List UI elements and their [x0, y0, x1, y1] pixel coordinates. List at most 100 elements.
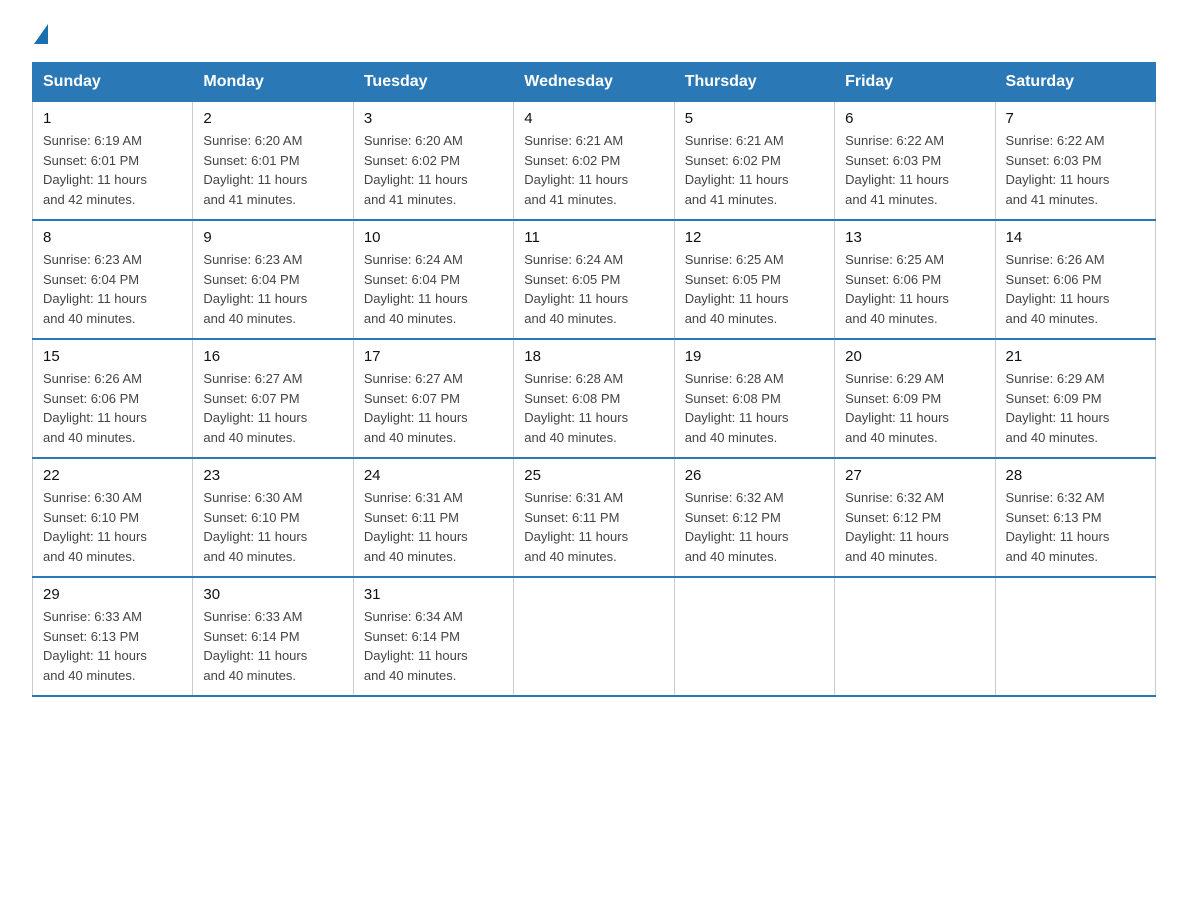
day-number: 4 — [524, 110, 663, 127]
calendar-week-row: 15 Sunrise: 6:26 AM Sunset: 6:06 PM Dayl… — [33, 339, 1156, 458]
calendar-cell: 5 Sunrise: 6:21 AM Sunset: 6:02 PM Dayli… — [674, 102, 834, 221]
day-number: 7 — [1006, 110, 1145, 127]
day-number: 6 — [845, 110, 984, 127]
calendar-cell: 18 Sunrise: 6:28 AM Sunset: 6:08 PM Dayl… — [514, 339, 674, 458]
calendar-cell: 9 Sunrise: 6:23 AM Sunset: 6:04 PM Dayli… — [193, 220, 353, 339]
weekday-header-sunday: Sunday — [33, 63, 193, 102]
day-number: 29 — [43, 586, 182, 603]
calendar-cell: 20 Sunrise: 6:29 AM Sunset: 6:09 PM Dayl… — [835, 339, 995, 458]
day-info: Sunrise: 6:24 AM Sunset: 6:04 PM Dayligh… — [364, 250, 503, 328]
calendar-cell: 16 Sunrise: 6:27 AM Sunset: 6:07 PM Dayl… — [193, 339, 353, 458]
calendar-cell — [835, 577, 995, 696]
calendar-cell: 15 Sunrise: 6:26 AM Sunset: 6:06 PM Dayl… — [33, 339, 193, 458]
logo — [32, 24, 50, 44]
day-info: Sunrise: 6:34 AM Sunset: 6:14 PM Dayligh… — [364, 607, 503, 685]
calendar-table: SundayMondayTuesdayWednesdayThursdayFrid… — [32, 62, 1156, 697]
calendar-cell: 13 Sunrise: 6:25 AM Sunset: 6:06 PM Dayl… — [835, 220, 995, 339]
day-info: Sunrise: 6:27 AM Sunset: 6:07 PM Dayligh… — [203, 369, 342, 447]
day-number: 8 — [43, 229, 182, 246]
calendar-cell: 27 Sunrise: 6:32 AM Sunset: 6:12 PM Dayl… — [835, 458, 995, 577]
calendar-week-row: 1 Sunrise: 6:19 AM Sunset: 6:01 PM Dayli… — [33, 102, 1156, 221]
day-info: Sunrise: 6:27 AM Sunset: 6:07 PM Dayligh… — [364, 369, 503, 447]
calendar-cell: 3 Sunrise: 6:20 AM Sunset: 6:02 PM Dayli… — [353, 102, 513, 221]
day-info: Sunrise: 6:32 AM Sunset: 6:12 PM Dayligh… — [845, 488, 984, 566]
calendar-cell: 21 Sunrise: 6:29 AM Sunset: 6:09 PM Dayl… — [995, 339, 1155, 458]
calendar-cell: 30 Sunrise: 6:33 AM Sunset: 6:14 PM Dayl… — [193, 577, 353, 696]
day-info: Sunrise: 6:29 AM Sunset: 6:09 PM Dayligh… — [845, 369, 984, 447]
day-number: 14 — [1006, 229, 1145, 246]
day-number: 12 — [685, 229, 824, 246]
day-number: 30 — [203, 586, 342, 603]
weekday-header-saturday: Saturday — [995, 63, 1155, 102]
calendar-cell: 4 Sunrise: 6:21 AM Sunset: 6:02 PM Dayli… — [514, 102, 674, 221]
day-number: 24 — [364, 467, 503, 484]
day-info: Sunrise: 6:26 AM Sunset: 6:06 PM Dayligh… — [1006, 250, 1145, 328]
calendar-cell: 23 Sunrise: 6:30 AM Sunset: 6:10 PM Dayl… — [193, 458, 353, 577]
day-number: 20 — [845, 348, 984, 365]
day-info: Sunrise: 6:23 AM Sunset: 6:04 PM Dayligh… — [203, 250, 342, 328]
calendar-cell — [995, 577, 1155, 696]
calendar-cell: 25 Sunrise: 6:31 AM Sunset: 6:11 PM Dayl… — [514, 458, 674, 577]
calendar-cell: 31 Sunrise: 6:34 AM Sunset: 6:14 PM Dayl… — [353, 577, 513, 696]
day-number: 3 — [364, 110, 503, 127]
calendar-cell: 8 Sunrise: 6:23 AM Sunset: 6:04 PM Dayli… — [33, 220, 193, 339]
day-info: Sunrise: 6:32 AM Sunset: 6:12 PM Dayligh… — [685, 488, 824, 566]
day-number: 13 — [845, 229, 984, 246]
day-number: 22 — [43, 467, 182, 484]
day-number: 31 — [364, 586, 503, 603]
day-info: Sunrise: 6:20 AM Sunset: 6:01 PM Dayligh… — [203, 131, 342, 209]
page-header — [32, 24, 1156, 44]
calendar-cell: 6 Sunrise: 6:22 AM Sunset: 6:03 PM Dayli… — [835, 102, 995, 221]
calendar-cell: 14 Sunrise: 6:26 AM Sunset: 6:06 PM Dayl… — [995, 220, 1155, 339]
day-info: Sunrise: 6:19 AM Sunset: 6:01 PM Dayligh… — [43, 131, 182, 209]
day-info: Sunrise: 6:30 AM Sunset: 6:10 PM Dayligh… — [43, 488, 182, 566]
day-info: Sunrise: 6:25 AM Sunset: 6:05 PM Dayligh… — [685, 250, 824, 328]
day-number: 25 — [524, 467, 663, 484]
day-info: Sunrise: 6:33 AM Sunset: 6:13 PM Dayligh… — [43, 607, 182, 685]
day-info: Sunrise: 6:21 AM Sunset: 6:02 PM Dayligh… — [685, 131, 824, 209]
day-info: Sunrise: 6:33 AM Sunset: 6:14 PM Dayligh… — [203, 607, 342, 685]
day-number: 9 — [203, 229, 342, 246]
calendar-cell: 26 Sunrise: 6:32 AM Sunset: 6:12 PM Dayl… — [674, 458, 834, 577]
day-number: 26 — [685, 467, 824, 484]
calendar-cell: 17 Sunrise: 6:27 AM Sunset: 6:07 PM Dayl… — [353, 339, 513, 458]
calendar-cell: 2 Sunrise: 6:20 AM Sunset: 6:01 PM Dayli… — [193, 102, 353, 221]
weekday-header-monday: Monday — [193, 63, 353, 102]
day-info: Sunrise: 6:30 AM Sunset: 6:10 PM Dayligh… — [203, 488, 342, 566]
day-number: 11 — [524, 229, 663, 246]
day-info: Sunrise: 6:21 AM Sunset: 6:02 PM Dayligh… — [524, 131, 663, 209]
calendar-cell: 28 Sunrise: 6:32 AM Sunset: 6:13 PM Dayl… — [995, 458, 1155, 577]
day-info: Sunrise: 6:28 AM Sunset: 6:08 PM Dayligh… — [685, 369, 824, 447]
logo-triangle-icon — [34, 24, 48, 44]
day-info: Sunrise: 6:22 AM Sunset: 6:03 PM Dayligh… — [845, 131, 984, 209]
day-number: 21 — [1006, 348, 1145, 365]
calendar-cell: 29 Sunrise: 6:33 AM Sunset: 6:13 PM Dayl… — [33, 577, 193, 696]
weekday-header-row: SundayMondayTuesdayWednesdayThursdayFrid… — [33, 63, 1156, 102]
calendar-cell: 19 Sunrise: 6:28 AM Sunset: 6:08 PM Dayl… — [674, 339, 834, 458]
day-number: 15 — [43, 348, 182, 365]
calendar-cell: 12 Sunrise: 6:25 AM Sunset: 6:05 PM Dayl… — [674, 220, 834, 339]
day-info: Sunrise: 6:25 AM Sunset: 6:06 PM Dayligh… — [845, 250, 984, 328]
day-number: 2 — [203, 110, 342, 127]
day-number: 18 — [524, 348, 663, 365]
day-number: 28 — [1006, 467, 1145, 484]
calendar-cell: 10 Sunrise: 6:24 AM Sunset: 6:04 PM Dayl… — [353, 220, 513, 339]
calendar-cell: 1 Sunrise: 6:19 AM Sunset: 6:01 PM Dayli… — [33, 102, 193, 221]
day-info: Sunrise: 6:22 AM Sunset: 6:03 PM Dayligh… — [1006, 131, 1145, 209]
day-number: 27 — [845, 467, 984, 484]
day-number: 10 — [364, 229, 503, 246]
calendar-cell — [674, 577, 834, 696]
day-info: Sunrise: 6:31 AM Sunset: 6:11 PM Dayligh… — [524, 488, 663, 566]
day-number: 19 — [685, 348, 824, 365]
day-info: Sunrise: 6:26 AM Sunset: 6:06 PM Dayligh… — [43, 369, 182, 447]
day-info: Sunrise: 6:23 AM Sunset: 6:04 PM Dayligh… — [43, 250, 182, 328]
calendar-week-row: 29 Sunrise: 6:33 AM Sunset: 6:13 PM Dayl… — [33, 577, 1156, 696]
calendar-cell: 22 Sunrise: 6:30 AM Sunset: 6:10 PM Dayl… — [33, 458, 193, 577]
day-info: Sunrise: 6:31 AM Sunset: 6:11 PM Dayligh… — [364, 488, 503, 566]
day-info: Sunrise: 6:20 AM Sunset: 6:02 PM Dayligh… — [364, 131, 503, 209]
calendar-cell: 11 Sunrise: 6:24 AM Sunset: 6:05 PM Dayl… — [514, 220, 674, 339]
calendar-cell — [514, 577, 674, 696]
day-info: Sunrise: 6:29 AM Sunset: 6:09 PM Dayligh… — [1006, 369, 1145, 447]
day-number: 23 — [203, 467, 342, 484]
calendar-week-row: 8 Sunrise: 6:23 AM Sunset: 6:04 PM Dayli… — [33, 220, 1156, 339]
